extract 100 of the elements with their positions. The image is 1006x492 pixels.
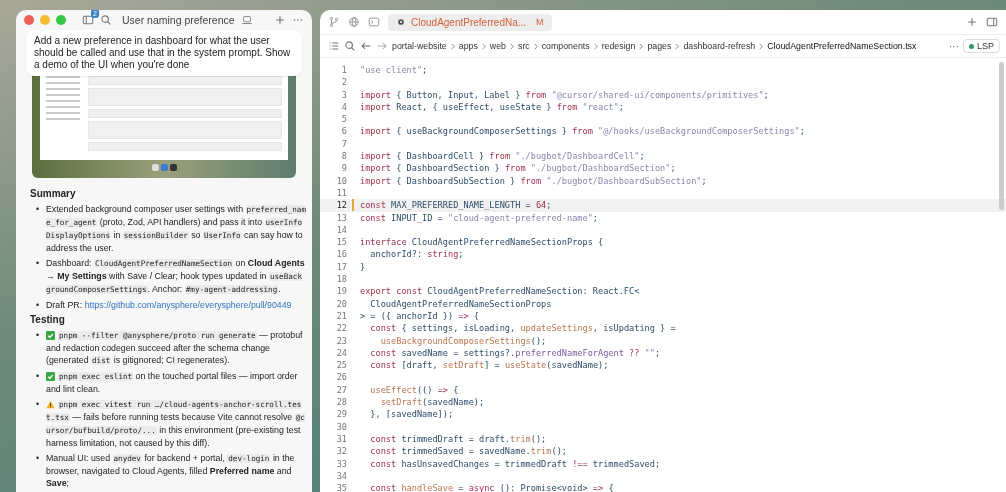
line-number: 23 (336, 334, 347, 347)
chevron-icon (759, 42, 764, 50)
chevron-icon (593, 42, 598, 50)
forward-arrow-icon[interactable] (376, 40, 388, 52)
code-line: anchorId?: string; (369, 248, 464, 261)
code-line: } (359, 260, 366, 274)
chevron-icon (481, 42, 486, 50)
code-line: const INPUT_ID = "cloud-agent-preferred-name"; (359, 211, 599, 224)
minimize-button[interactable] (40, 14, 50, 25)
line-number: 24 (336, 346, 347, 360)
code-line: "use client"; (359, 64, 428, 77)
globe-icon[interactable] (348, 16, 360, 28)
line-number: 26 (336, 371, 347, 384)
code-line: import { useBackgroundComposerSettings } from "@/hooks/useBackgroundComposerSettings"; (359, 125, 805, 138)
breadcrumb-item[interactable]: pages (647, 41, 672, 51)
code-line: const MAX_PREFERRED_NAME_LENGTH = 64; (359, 199, 552, 212)
code-line: const handleSave = async (): Promise<void> => { (369, 482, 614, 492)
line-number: 27 (336, 383, 347, 396)
breadcrumb-item[interactable]: portal-website (392, 41, 447, 51)
line-number: 9 (341, 162, 347, 175)
breadcrumb-item[interactable]: components (541, 41, 590, 51)
line-number: 2 (341, 76, 347, 89)
code-line: interface CloudAgentPreferredNameSectionProps { (359, 236, 604, 249)
code-line: useBackgroundComposerSettings(); (379, 334, 547, 347)
panel-icon[interactable] (986, 16, 998, 28)
line-number: 14 (336, 223, 347, 237)
breadcrumb-item[interactable]: src (518, 41, 530, 51)
line-number: 1 (341, 64, 347, 77)
chevron-icon (675, 42, 680, 50)
code-line: const trimmedSaved = savedName.trim(); (369, 445, 567, 458)
chevron-icon (639, 42, 644, 50)
line-number: 8 (341, 150, 347, 163)
list-icon[interactable] (328, 40, 340, 52)
line-number: 10 (336, 174, 347, 187)
branch-icon[interactable] (328, 16, 340, 28)
prompt-message: Add a new preference in dashboard for what the user should be called and use that in the system prompt. Show a demo of the UI when you're done (26, 30, 302, 76)
gear-icon (396, 17, 406, 27)
section-heading: Summary (30, 188, 77, 200)
plus-icon[interactable] (966, 16, 978, 28)
check-icon (46, 331, 55, 340)
breadcrumb-item[interactable]: apps (458, 41, 478, 51)
line-number: 25 (336, 359, 347, 372)
line-number: 5 (341, 113, 347, 126)
check-icon (46, 372, 55, 381)
breadcrumb-item[interactable]: web (489, 41, 506, 51)
pr-link[interactable]: https://github.com/anysphere/everysphere/pull/90449 (84, 300, 292, 310)
more-button[interactable]: ··· (949, 40, 959, 52)
line-number: 11 (336, 186, 347, 200)
bullet-marker: • (36, 370, 41, 383)
code-line: const hasUnsavedChanges = trimmedDraft !== trimmedSaved; (369, 457, 661, 470)
code-line: }, [savedName]); (369, 408, 454, 421)
breadcrumb-item[interactable]: redesign (601, 41, 636, 51)
code-line: const trimmedDraft = draft.trim(); (369, 432, 547, 446)
line-number: 22 (336, 322, 347, 335)
line-number: 16 (336, 248, 347, 261)
bullet-marker: • (36, 452, 41, 465)
chat-title: User naming preference (122, 13, 235, 26)
bullet-marker: • (36, 203, 41, 216)
line-number: 6 (341, 125, 347, 138)
close-button[interactable] (24, 14, 34, 25)
breadcrumb-item[interactable]: dashboard-refresh (683, 41, 756, 51)
lsp-status[interactable]: LSP (963, 39, 1000, 53)
line-number: 15 (336, 236, 347, 249)
line-number: 29 (336, 408, 347, 421)
scrollbar[interactable] (999, 62, 1004, 210)
line-number: 20 (336, 297, 347, 310)
plus-icon[interactable] (274, 13, 286, 26)
chevron-icon (510, 42, 514, 50)
line-number: 17 (336, 260, 347, 274)
code-line: import React, { useEffect, useState } from "react"; (359, 100, 624, 114)
code-line: CloudAgentPreferredNameSectionProps (369, 297, 552, 310)
section-heading: Testing (30, 314, 66, 326)
sidebar-icon[interactable] (82, 13, 94, 26)
maximize-button[interactable] (56, 14, 66, 25)
line-number: 31 (336, 432, 347, 446)
code-line: setDraft(savedName); (379, 396, 485, 409)
bullet-marker: • (36, 398, 41, 411)
code-line: import { DashboardCell } from "./bugbot/DashboardCell"; (359, 150, 645, 163)
search-icon[interactable] (344, 40, 356, 52)
line-number: 28 (336, 396, 347, 409)
line-number: 18 (336, 273, 347, 286)
code-line: import { DashboardSubSection } from "./bugbot/DashboardSubSection"; (359, 174, 707, 187)
line-number: 19 (336, 285, 347, 298)
bullet-marker: • (36, 299, 41, 311)
code-line: import { Button, Input, Label } from "@cursor/shared-ui/components/primitives"; (359, 88, 769, 101)
search-icon[interactable] (100, 13, 112, 26)
back-arrow-icon[interactable] (360, 40, 372, 52)
code-line: const savedName = settings?.preferredNameForAgent ?? ""; (369, 346, 661, 360)
code-line: > = ({ anchorId }) => { (359, 309, 480, 323)
bullet-text: Draft PR: https://github.com/anysphere/everysphere/pull/90449 (46, 299, 293, 311)
warning-icon (46, 400, 55, 409)
code-line: const [draft, setDraft] = useState(savedName); (369, 359, 609, 372)
line-number: 13 (336, 211, 347, 224)
line-number: 7 (341, 137, 347, 151)
breadcrumb-item[interactable]: CloudAgentPreferredNameSection.tsx (767, 41, 917, 51)
line-number: 34 (336, 469, 347, 483)
chevron-icon (450, 42, 455, 50)
terminal-icon[interactable] (368, 16, 380, 28)
laptop-icon (240, 13, 253, 26)
line-number: 30 (336, 420, 347, 433)
